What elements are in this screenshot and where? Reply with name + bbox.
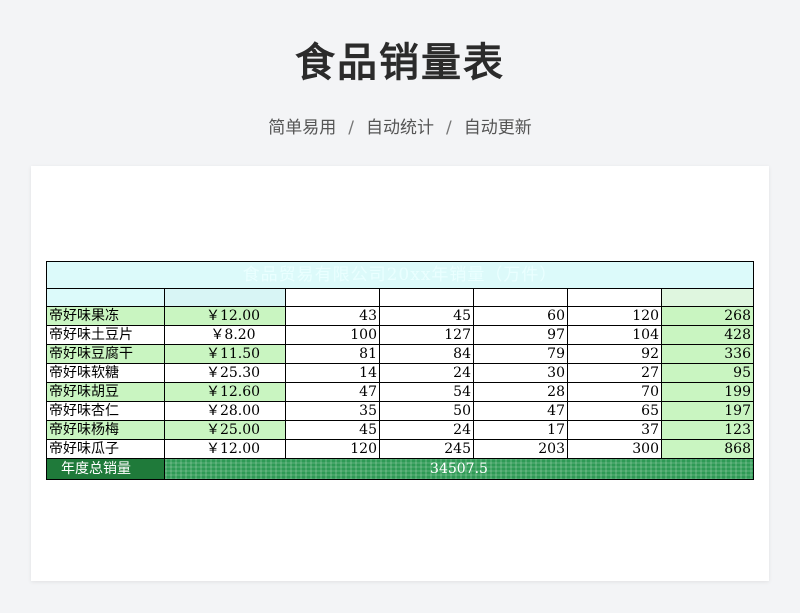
column-header [164,288,286,307]
product-name-cell[interactable]: 帝好味土豆片 [46,325,165,345]
product-name-cell[interactable]: 帝好味软糖 [46,363,165,383]
sales-value-cell[interactable]: 120 [567,306,662,326]
product-name-cell[interactable]: 帝好味杏仁 [46,401,165,421]
row-total-cell[interactable]: 428 [661,325,754,345]
page-subtitle: 简单易用 / 自动统计 / 自动更新 [0,113,800,138]
sales-value-cell[interactable]: 60 [473,306,568,326]
sales-value-cell[interactable]: 45 [379,306,474,326]
column-header [661,288,754,307]
subtitle-item: 自动更新 [463,118,532,138]
subtitle-separator: / [446,118,452,138]
row-total-cell[interactable]: 123 [661,420,754,440]
annual-total-row: 年度总销量 34507.5 [46,458,754,480]
sales-value-cell[interactable]: 47 [473,401,568,421]
price-cell[interactable]: ￥12.60 [164,382,286,402]
price-cell[interactable]: ￥25.00 [164,420,286,440]
row-total-cell[interactable]: 197 [661,401,754,421]
price-cell[interactable]: ￥25.30 [164,363,286,383]
column-header [46,288,165,307]
row-total-cell[interactable]: 336 [661,344,754,364]
sales-value-cell[interactable]: 30 [473,363,568,383]
table-row: 帝好味杨梅 ￥25.00 45 24 17 37 123 [46,420,754,440]
sales-value-cell[interactable]: 50 [379,401,474,421]
page-title: 食品销量表 [295,40,505,86]
sales-value-cell[interactable]: 35 [285,401,380,421]
sales-value-cell[interactable]: 43 [285,306,380,326]
row-total-cell[interactable]: 199 [661,382,754,402]
price-cell[interactable]: ￥8.20 [164,325,286,345]
price-cell[interactable]: ￥12.00 [164,439,286,459]
spreadsheet-card: 食品贸易有限公司20xx年销量（万件） 帝好味果冻 ￥12.00 43 45 60 120… [31,166,769,581]
table-row: 帝好味果冻 ￥12.00 43 45 60 120 268 [46,306,754,326]
sales-value-cell[interactable]: 45 [285,420,380,440]
sales-value-cell[interactable]: 37 [567,420,662,440]
column-header [567,288,662,307]
price-cell[interactable]: ￥28.00 [164,401,286,421]
sales-value-cell[interactable]: 300 [567,439,662,459]
column-header [473,288,568,307]
column-header [285,288,380,307]
sales-value-cell[interactable]: 54 [379,382,474,402]
subtitle-item: 自动统计 [366,118,434,138]
table-row: 帝好味豆腐干 ￥11.50 81 84 79 92 336 [46,344,754,364]
price-cell[interactable]: ￥12.00 [164,306,286,326]
price-cell[interactable]: ￥11.50 [164,344,286,364]
sales-value-cell[interactable]: 24 [379,420,474,440]
product-name-cell[interactable]: 帝好味瓜子 [46,439,165,459]
sales-value-cell[interactable]: 127 [379,325,474,345]
subtitle-item: 简单易用 [268,118,337,138]
sales-value-cell[interactable]: 245 [379,439,474,459]
annual-total-value[interactable]: 34507.5 [164,458,754,480]
sales-value-cell[interactable]: 65 [567,401,662,421]
product-name-cell[interactable]: 帝好味胡豆 [46,382,165,402]
sales-value-cell[interactable]: 47 [285,382,380,402]
sales-value-cell[interactable]: 100 [285,325,380,345]
row-total-cell[interactable]: 268 [661,306,754,326]
sales-value-cell[interactable]: 203 [473,439,568,459]
sales-value-cell[interactable]: 120 [285,439,380,459]
product-name-cell[interactable]: 帝好味果冻 [46,306,165,326]
table-row: 帝好味瓜子 ￥12.00 120 245 203 300 868 [46,439,754,459]
sales-value-cell[interactable]: 79 [473,344,568,364]
sales-value-cell[interactable]: 104 [567,325,662,345]
table-row: 帝好味杏仁 ￥28.00 35 50 47 65 197 [46,401,754,421]
sales-value-cell[interactable]: 92 [567,344,662,364]
product-name-cell[interactable]: 帝好味豆腐干 [46,344,165,364]
sales-value-cell[interactable]: 14 [285,363,380,383]
table-row: 帝好味土豆片 ￥8.20 100 127 97 104 428 [46,325,754,345]
annual-total-label: 年度总销量 [46,458,165,480]
sales-value-cell[interactable]: 17 [473,420,568,440]
subtitle-separator: / [348,118,354,138]
sales-table: 食品贸易有限公司20xx年销量（万件） 帝好味果冻 ￥12.00 43 45 60 120… [46,261,754,480]
sales-value-cell[interactable]: 84 [379,344,474,364]
column-header [379,288,474,307]
column-header-row [46,288,754,307]
table-row: 帝好味胡豆 ￥12.60 47 54 28 70 199 [46,382,754,402]
row-total-cell[interactable]: 95 [661,363,754,383]
sales-value-cell[interactable]: 28 [473,382,568,402]
sales-value-cell[interactable]: 97 [473,325,568,345]
table-row: 帝好味软糖 ￥25.30 14 24 30 27 95 [46,363,754,383]
row-total-cell[interactable]: 868 [661,439,754,459]
sales-value-cell[interactable]: 27 [567,363,662,383]
sales-value-cell[interactable]: 70 [567,382,662,402]
sheet-title: 食品贸易有限公司20xx年销量（万件） [46,261,754,289]
product-name-cell[interactable]: 帝好味杨梅 [46,420,165,440]
sales-value-cell[interactable]: 81 [285,344,380,364]
sales-value-cell[interactable]: 24 [379,363,474,383]
